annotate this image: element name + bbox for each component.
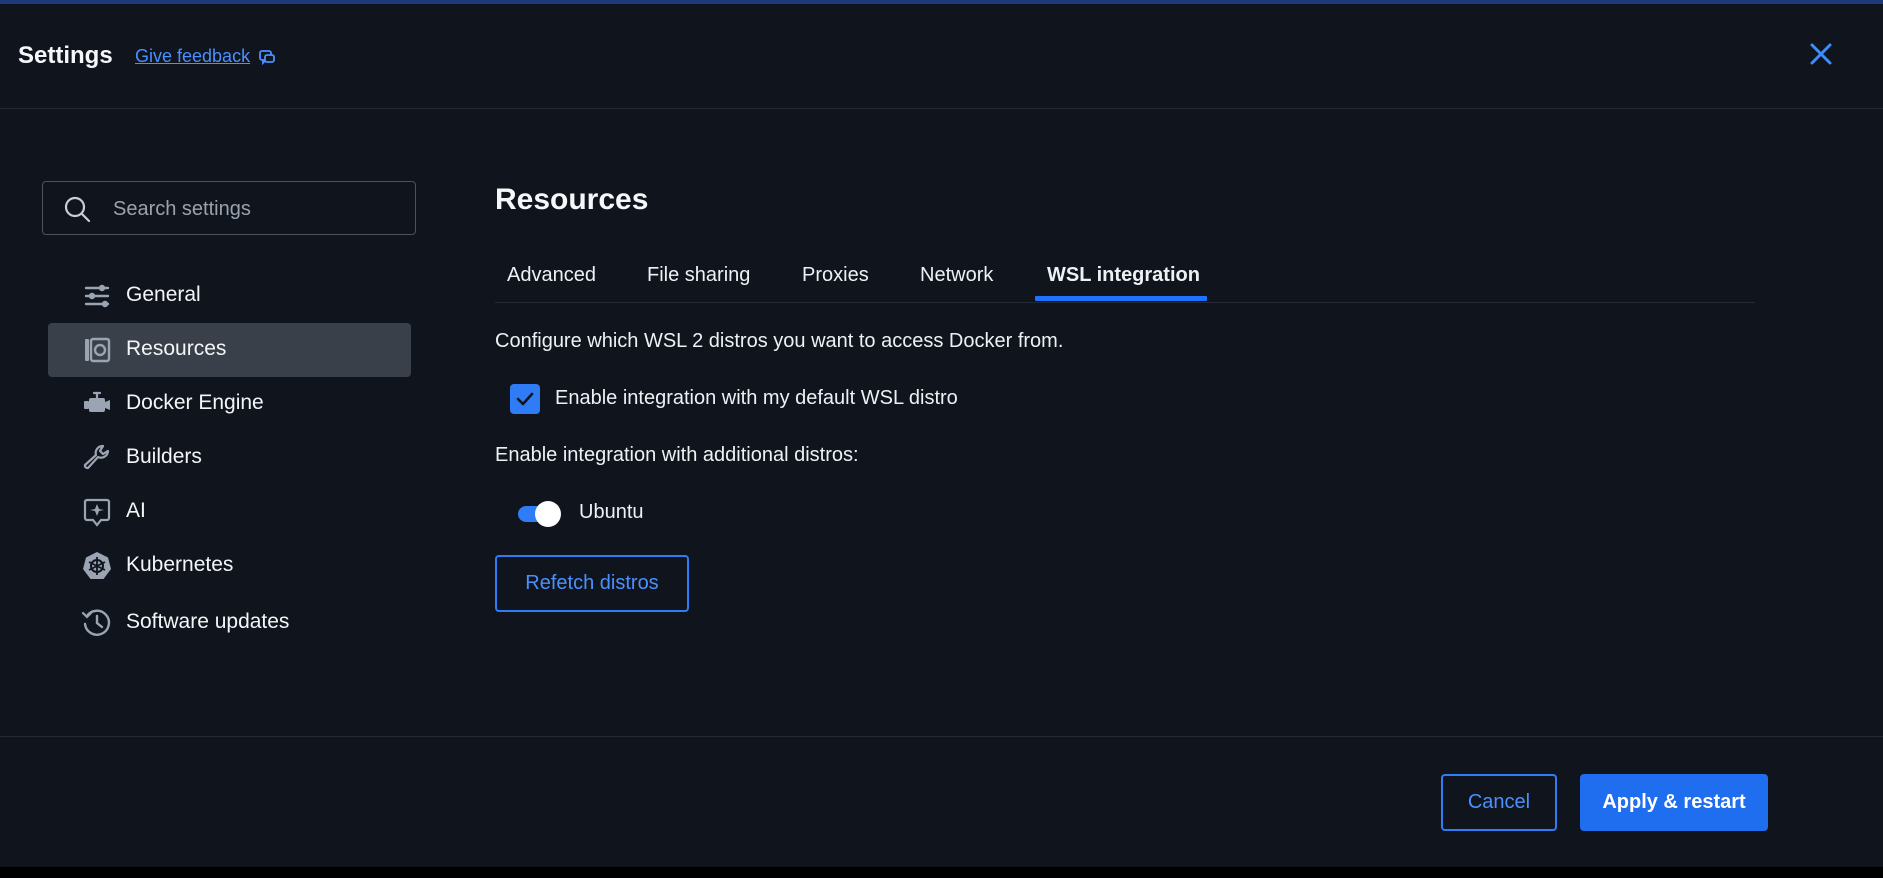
resources-icon — [85, 337, 111, 363]
active-tab-indicator — [1035, 296, 1207, 301]
sidebar-item-kubernetes[interactable]: Kubernetes — [48, 539, 411, 593]
sidebar-item-general[interactable]: General — [48, 269, 411, 323]
tab-network[interactable]: Network — [920, 264, 993, 287]
sidebar-item-docker-engine[interactable]: Docker Engine — [48, 377, 411, 431]
default-distro-checkbox[interactable] — [510, 384, 540, 414]
sidebar-item-builders[interactable]: Builders — [48, 431, 411, 485]
search-icon — [64, 196, 91, 223]
resources-tabs: Advanced File sharing Proxies Network WS… — [495, 256, 1755, 303]
sidebar-item-label: Software updates — [126, 610, 290, 633]
sidebar-item-software-updates[interactable]: Software updates — [48, 596, 411, 650]
refetch-distros-button[interactable]: Refetch distros — [495, 555, 689, 612]
apply-restart-button[interactable]: Apply & restart — [1580, 774, 1768, 831]
kubernetes-icon — [83, 552, 111, 579]
search-settings-field[interactable] — [42, 181, 416, 235]
toggle-knob — [535, 501, 561, 527]
page-title: Settings — [18, 42, 113, 69]
sidebar-item-label: Resources — [126, 337, 227, 360]
default-distro-label: Enable integration with my default WSL d… — [555, 387, 958, 409]
tab-proxies[interactable]: Proxies — [802, 264, 869, 287]
sidebar-item-resources[interactable]: Resources — [48, 323, 411, 377]
sidebar-item-label: General — [126, 283, 201, 306]
cancel-button[interactable]: Cancel — [1441, 774, 1557, 831]
tab-file-sharing[interactable]: File sharing — [647, 264, 750, 287]
sidebar-item-label: Kubernetes — [126, 553, 234, 576]
feedback-icon — [259, 49, 275, 65]
search-input[interactable] — [111, 192, 405, 226]
checkmark-icon — [516, 392, 534, 406]
ai-sparkle-icon — [83, 498, 111, 527]
wsl-description: Configure which WSL 2 distros you want t… — [495, 330, 1064, 352]
tab-wsl-integration[interactable]: WSL integration — [1047, 264, 1200, 287]
close-icon[interactable] — [1805, 38, 1837, 70]
additional-distros-heading: Enable integration with additional distr… — [495, 444, 859, 466]
give-feedback-link[interactable]: Give feedback — [135, 46, 276, 67]
sidebar-item-label: AI — [126, 499, 146, 522]
ubuntu-toggle[interactable] — [518, 501, 561, 527]
tab-advanced[interactable]: Advanced — [507, 264, 596, 287]
give-feedback-label: Give feedback — [135, 46, 251, 66]
sidebar-item-ai[interactable]: AI — [48, 485, 411, 539]
ubuntu-distro-label: Ubuntu — [579, 501, 644, 523]
settings-header: Settings Give feedback — [0, 4, 1883, 109]
sidebar-item-label: Builders — [126, 445, 202, 468]
section-title: Resources — [495, 183, 649, 216]
sliders-icon — [84, 284, 110, 308]
engine-icon — [84, 391, 110, 412]
history-icon — [81, 609, 111, 636]
window-bottom-edge — [0, 867, 1883, 878]
wrench-icon — [83, 444, 110, 470]
sidebar-item-label: Docker Engine — [126, 391, 264, 414]
